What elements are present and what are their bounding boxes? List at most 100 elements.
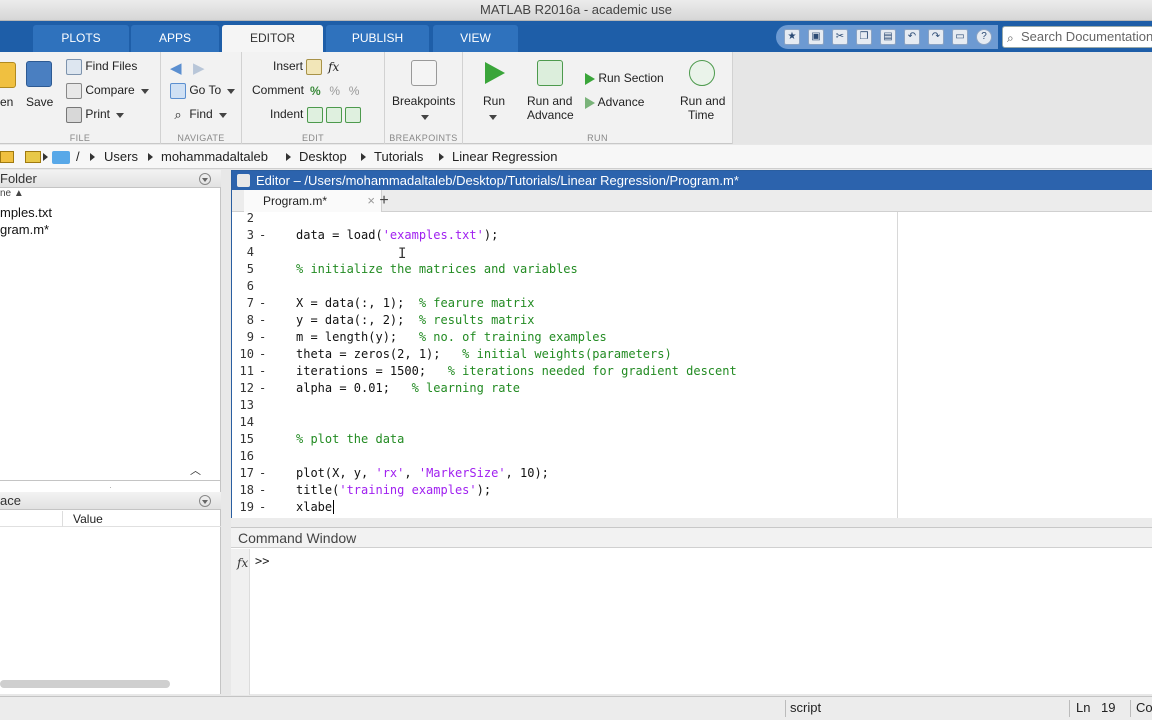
breakpoint-marker[interactable]: -: [259, 465, 266, 482]
tab-plots[interactable]: PLOTS: [33, 25, 129, 52]
save-icon[interactable]: [26, 61, 52, 87]
help-icon[interactable]: ?: [976, 29, 992, 45]
find-files-button[interactable]: Find Files: [66, 59, 137, 75]
breakpoint-marker[interactable]: -: [259, 482, 266, 499]
run-section-button[interactable]: Run Section: [585, 71, 664, 85]
code-line[interactable]: 15 % plot the data: [232, 431, 892, 448]
splitter-handle[interactable]: ·: [0, 483, 221, 492]
breadcrumb-users[interactable]: Users: [104, 145, 138, 169]
breadcrumb-root[interactable]: /: [76, 145, 80, 169]
save-icon[interactable]: ▣: [808, 29, 824, 45]
code-line[interactable]: 11- iterations = 1500; % iterations neede…: [232, 363, 892, 380]
name-column-header[interactable]: ne ▲: [0, 188, 24, 199]
line-number[interactable]: 2: [232, 210, 254, 227]
breakpoint-marker[interactable]: -: [259, 312, 266, 329]
breadcrumb-tutorials[interactable]: Tutorials: [374, 145, 423, 169]
breakpoint-marker[interactable]: -: [259, 499, 266, 516]
indent-button[interactable]: Indent: [270, 107, 362, 123]
code-line[interactable]: 10- theta = zeros(2, 1); % initial weight…: [232, 346, 892, 363]
code-line[interactable]: 14: [232, 414, 892, 431]
code-line[interactable]: 9- m = length(y); % no. of training examp…: [232, 329, 892, 346]
line-number[interactable]: 4: [232, 244, 254, 261]
code-line[interactable]: 13: [232, 397, 892, 414]
tab-publish[interactable]: PUBLISH: [326, 25, 429, 52]
switch-windows-icon[interactable]: ▭: [952, 29, 968, 45]
line-number[interactable]: 10: [232, 346, 254, 363]
run-and-advance-icon[interactable]: [537, 60, 563, 86]
code-line[interactable]: 6: [232, 278, 892, 295]
breakpoints-dropdown[interactable]: [415, 110, 429, 124]
code-editor[interactable]: 2 3- data = load('examples.txt'); 4 5% initi…: [232, 210, 1152, 518]
run-button[interactable]: Run: [483, 94, 505, 108]
go-to-button[interactable]: Go To: [170, 83, 236, 99]
run-and-advance-button[interactable]: Run and: [527, 94, 572, 108]
insert-button[interactable]: Insert fx: [273, 59, 342, 75]
tab-editor[interactable]: EDITOR: [222, 25, 323, 52]
code-line[interactable]: 18- title('training examples');: [232, 482, 892, 499]
line-number[interactable]: 17: [232, 465, 254, 482]
browse-folder-icon[interactable]: [25, 151, 41, 163]
run-and-time-button[interactable]: Run and: [680, 94, 725, 108]
breakpoint-marker[interactable]: -: [259, 380, 266, 397]
code-line[interactable]: 2: [232, 210, 892, 227]
editor-command-splitter[interactable]: [231, 518, 1152, 527]
forward-icon[interactable]: ▶: [193, 59, 205, 77]
breakpoint-marker[interactable]: -: [259, 363, 266, 380]
code-line[interactable]: 8- y = data(:, 2); % results matrix: [232, 312, 892, 329]
code-line[interactable]: 17- plot(X, y, 'rx', 'MarkerSize', 10);: [232, 465, 892, 482]
code-line[interactable]: 16: [232, 448, 892, 465]
undo-icon[interactable]: ↶: [904, 29, 920, 45]
line-number[interactable]: 19: [232, 499, 254, 516]
line-number[interactable]: 18: [232, 482, 254, 499]
line-number[interactable]: 11: [232, 363, 254, 380]
function-browser-icon[interactable]: fx: [237, 556, 248, 570]
line-number[interactable]: 16: [232, 448, 254, 465]
line-number[interactable]: 9: [232, 329, 254, 346]
horizontal-scrollbar[interactable]: [0, 680, 170, 688]
cut-icon[interactable]: ✂: [832, 29, 848, 45]
run-icon[interactable]: [485, 62, 505, 84]
panel-actions-icon[interactable]: [199, 495, 211, 507]
up-folder-icon[interactable]: [0, 151, 14, 163]
code-line[interactable]: 5 % initialize the matrices and variables: [232, 261, 892, 278]
copy-icon[interactable]: ❐: [856, 29, 872, 45]
advance-button[interactable]: Advance: [585, 95, 644, 109]
redo-icon[interactable]: ↷: [928, 29, 944, 45]
paste-icon[interactable]: ▤: [880, 29, 896, 45]
save-button[interactable]: Save: [26, 95, 53, 109]
open-button[interactable]: en: [0, 95, 13, 109]
run-and-advance-label-2[interactable]: Advance: [527, 108, 574, 122]
back-icon[interactable]: ◀: [170, 59, 182, 77]
line-number[interactable]: 14: [232, 414, 254, 431]
command-prompt[interactable]: >>: [255, 554, 269, 568]
code-line[interactable]: 12- alpha = 0.01; % learning rate: [232, 380, 892, 397]
breakpoint-marker[interactable]: -: [259, 295, 266, 312]
value-column-header[interactable]: Value: [73, 512, 103, 526]
line-number[interactable]: 13: [232, 397, 254, 414]
run-dropdown[interactable]: [483, 110, 497, 124]
search-documentation-input[interactable]: ⌕ Search Documentation: [1002, 26, 1152, 48]
run-and-time-label-2[interactable]: Time: [688, 108, 714, 122]
tab-program-m[interactable]: Program.m* ×: [244, 190, 382, 212]
breadcrumb-user[interactable]: mohammadaltaleb: [161, 145, 268, 169]
line-number[interactable]: 3: [232, 227, 254, 244]
command-window[interactable]: Command Window fx: [231, 527, 1152, 695]
line-number[interactable]: 7: [232, 295, 254, 312]
breadcrumb-desktop[interactable]: Desktop: [299, 145, 347, 169]
breakpoint-marker[interactable]: -: [259, 329, 266, 346]
line-number[interactable]: 8: [232, 312, 254, 329]
new-tab-plus-icon[interactable]: +: [372, 190, 396, 212]
line-number[interactable]: 5: [232, 261, 254, 278]
breakpoints-button[interactable]: Breakpoints: [392, 94, 455, 108]
comment-button[interactable]: Comment % % %: [252, 83, 362, 99]
file-examples-txt[interactable]: mples.txt: [0, 205, 52, 220]
panel-actions-icon[interactable]: [199, 173, 211, 185]
breakpoints-icon[interactable]: [411, 60, 437, 86]
shortcut-icon[interactable]: ★: [784, 29, 800, 45]
breakpoint-marker[interactable]: -: [259, 227, 266, 244]
line-number[interactable]: 12: [232, 380, 254, 397]
code-line[interactable]: 19- xlabe​: [232, 499, 892, 516]
print-button[interactable]: Print: [66, 107, 125, 123]
compare-button[interactable]: Compare: [66, 83, 149, 99]
line-number[interactable]: 15: [232, 431, 254, 448]
